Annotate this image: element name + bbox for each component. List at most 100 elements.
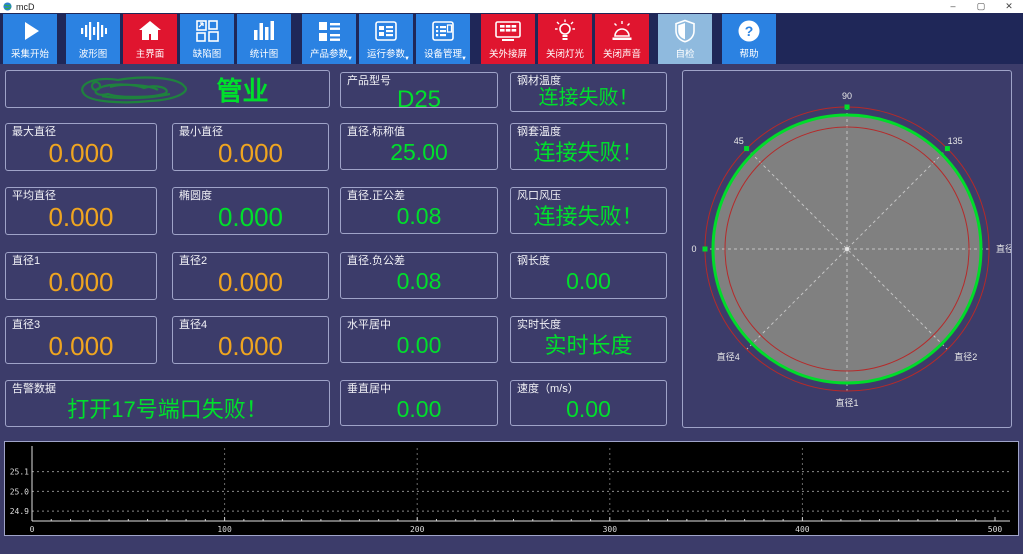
field-horizontal-center: 水平居中0.00 [340,316,498,363]
field-label: 实时长度 [511,317,666,332]
field-sleeve-temp: 钢套温度连接失败！ [510,123,667,170]
logo-panel: 管业 [5,70,330,108]
field-value: 0.000 [173,203,328,234]
toolbar-button-device-manage[interactable]: 设备管理▼ [416,14,470,64]
field-value: 0.00 [341,396,497,425]
toolbar-button-lights-off[interactable]: 关闭灯光 [538,14,592,64]
field-label: 水平居中 [341,317,497,332]
bar-chart-icon [251,16,277,46]
field-value: 0.000 [6,203,156,234]
shield-icon [672,16,698,46]
field-label: 垂直居中 [341,381,497,396]
field-value: 0.000 [173,268,328,299]
toolbar-button-main-screen[interactable]: 主界面 [123,14,177,64]
field-min-diameter: 最小直径0.000 [172,123,329,171]
defect-grid-icon [194,16,220,46]
field-label: 钢套温度 [511,124,666,139]
toolbar-button-label: 设备管理 [424,46,462,60]
toolbar-button-capture-start[interactable]: 采集开始 [3,14,57,64]
svg-text:25.0: 25.0 [10,487,29,496]
bulb-icon [552,16,578,46]
logo-text: 管业 [216,71,268,108]
toolbar-button-label: 统计图 [250,46,279,60]
field-diameter2: 直径20.000 [172,252,329,300]
field-max-diameter: 最大直径0.000 [5,123,157,171]
home-icon [137,16,163,46]
field-steel-temp: 钢材温度连接失败！ [510,72,667,112]
chevron-down-icon: ▼ [347,56,353,62]
svg-text:直径1: 直径1 [835,397,858,408]
field-vertical-center: 垂直居中0.00 [340,380,498,426]
run-params-icon [373,16,399,46]
app-icon [3,2,12,11]
title-bar: mcD – ▢ ✕ [0,0,1023,13]
field-speed: 速度（m/s）0.00 [510,380,667,426]
trend-chart-panel: 25.125.024.90100200300400500 [4,441,1019,536]
svg-text:0: 0 [691,244,696,254]
field-value: 连接失败！ [511,203,666,233]
field-value: 0.000 [173,332,328,363]
toolbar-button-product-params[interactable]: 产品参数▼ [302,14,356,64]
toolbar-button-label: 关外接屏 [489,46,527,60]
field-label: 直径4 [173,317,328,332]
field-value: 0.000 [173,139,328,170]
field-value: 25.00 [341,139,497,169]
field-value: 打开17号端口失败！ [6,396,329,426]
field-value: 0.08 [341,203,497,233]
toolbar: 采集开始波形图主界面缺陷图统计图产品参数▼运行参数▼设备管理▼关外接屏关闭灯光关… [0,13,1023,64]
toolbar-button-help[interactable]: ?帮助 [722,14,776,64]
field-product-model: 产品型号D25 [340,72,498,108]
field-label: 平均直径 [6,188,156,203]
main-content: 管业 90451350直径3直径2直径1直径4 25.125.024.90100… [0,64,1023,554]
field-value: 实时长度 [511,332,666,362]
toolbar-button-label: 采集开始 [11,46,49,60]
toolbar-button-label: 关闭声音 [603,46,641,60]
svg-text:24.9: 24.9 [10,507,29,516]
screen-icon [494,16,522,46]
svg-text:100: 100 [217,525,232,534]
toolbar-button-defect-view[interactable]: 缺陷图 [180,14,234,64]
field-label: 最大直径 [6,124,156,139]
field-label: 直径1 [6,253,156,268]
field-value: 连接失败！ [511,139,666,169]
field-alarm-data: 告警数据打开17号端口失败！ [5,380,330,427]
field-diameter4: 直径40.000 [172,316,329,364]
toolbar-button-external-screen-off[interactable]: 关外接屏 [481,14,535,64]
toolbar-button-self-check[interactable]: 自检 [658,14,712,64]
svg-text:?: ? [745,23,754,39]
svg-text:200: 200 [410,525,425,534]
field-plus-tolerance: 直径.正公差0.08 [340,187,498,234]
field-value: 0.000 [6,332,156,363]
waveform-icon [79,16,107,46]
toolbar-button-waveform-view[interactable]: 波形图 [66,14,120,64]
field-value: 0.00 [341,332,497,362]
toolbar-button-label: 波形图 [79,46,108,60]
play-icon [17,16,43,46]
chevron-down-icon: ▼ [461,56,467,62]
maximize-icon[interactable]: ▢ [967,0,995,13]
close-icon[interactable]: ✕ [995,0,1023,13]
device-manage-icon [430,16,456,46]
svg-text:500: 500 [988,525,1003,534]
chevron-down-icon: ▼ [404,56,410,62]
field-value: 0.00 [511,396,666,425]
minimize-icon[interactable]: – [939,0,967,13]
trend-chart: 25.125.024.90100200300400500 [5,442,1018,535]
field-value: D25 [341,88,497,115]
field-air-pressure: 风口风压连接失败！ [510,187,667,234]
field-label: 最小直径 [173,124,328,139]
svg-text:45: 45 [734,136,744,146]
toolbar-button-run-params[interactable]: 运行参数▼ [359,14,413,64]
svg-text:25.1: 25.1 [10,468,29,477]
product-params-icon [316,16,342,46]
toolbar-button-sound-off[interactable]: 关闭声音 [595,14,649,64]
field-label: 直径3 [6,317,156,332]
toolbar-button-label: 运行参数 [367,46,405,60]
toolbar-button-label: 自检 [675,46,694,60]
field-value: 0.00 [511,268,666,298]
polar-chart: 90451350直径3直径2直径1直径4 [683,71,1011,427]
field-diameter3: 直径30.000 [5,316,157,364]
svg-text:直径3: 直径3 [996,243,1011,254]
toolbar-button-stats-view[interactable]: 统计图 [237,14,291,64]
field-label: 告警数据 [6,381,329,396]
